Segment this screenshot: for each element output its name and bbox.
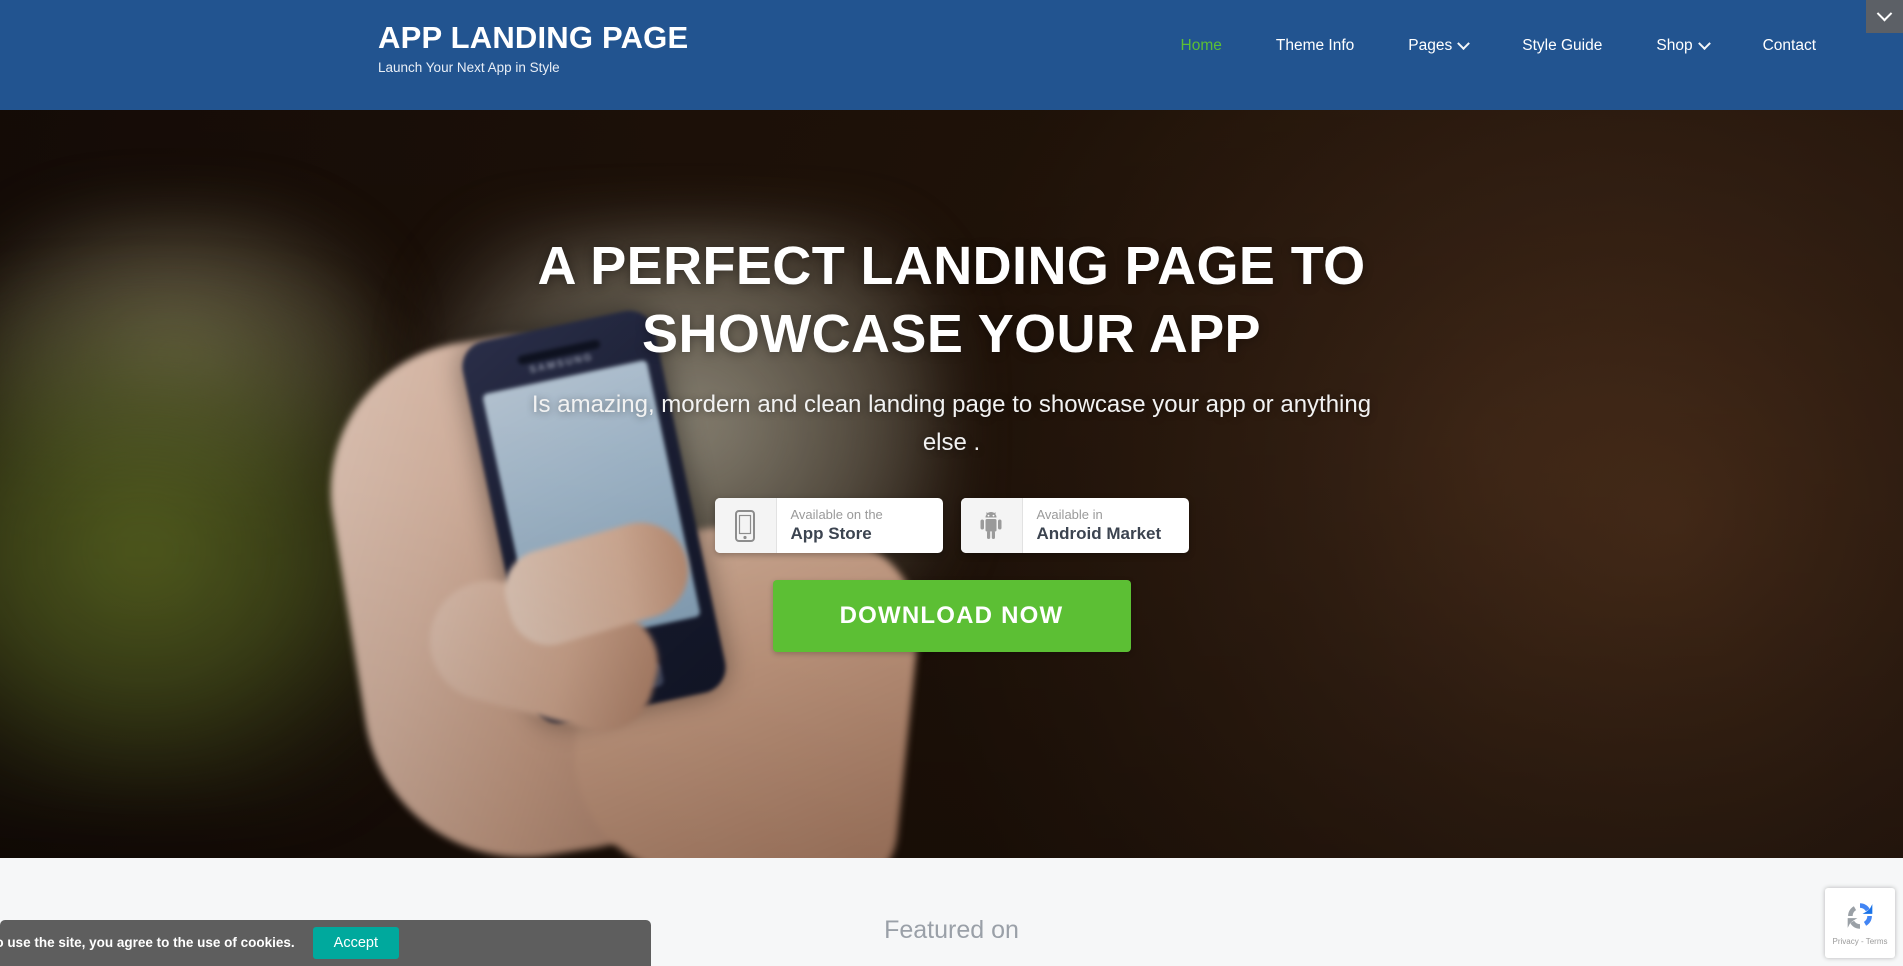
nav-item-style-guide[interactable]: Style Guide [1495,36,1629,56]
nav-item-pages[interactable]: Pages [1381,36,1495,56]
nav-label-style-guide: Style Guide [1522,37,1603,54]
nav-label-pages: Pages [1408,37,1453,54]
page-root: APP LANDING PAGE Launch Your Next App in… [0,0,1903,966]
app-store-badge-bottom: App Store [790,524,872,543]
android-robot-icon [960,498,1023,553]
collapse-panel-button[interactable] [1866,0,1903,33]
brand-title: APP LANDING PAGE [378,20,689,55]
android-market-badge-bottom: Android Market [1036,524,1162,543]
nav-item-contact[interactable]: Contact [1736,36,1843,56]
cookie-accept-button[interactable]: Accept [312,927,399,959]
store-badges: Available on the App Store Available in … [0,498,1903,553]
nav-item-shop[interactable]: Shop [1629,36,1735,56]
recaptcha-terms-label: Privacy - Terms [1832,937,1888,946]
android-market-badge[interactable]: Available in Android Market [960,498,1189,553]
nav-label-home: Home [1180,37,1222,54]
cookie-consent-message: By continuing to use the site, you agree… [0,935,295,950]
iphone-icon [714,498,777,553]
nav-item-home[interactable]: Home [1154,36,1249,56]
app-store-badge[interactable]: Available on the App Store [714,498,943,553]
nav-label-theme-info: Theme Info [1275,37,1355,54]
site-header: APP LANDING PAGE Launch Your Next App in… [0,0,1903,110]
app-store-badge-text: Available on the App Store [777,498,901,553]
brand-tagline: Launch Your Next App in Style [378,60,560,75]
brand[interactable]: APP LANDING PAGE Launch Your Next App in… [378,18,688,77]
recaptcha-logo-icon [1847,903,1873,929]
chevron-down-icon [1876,5,1893,22]
download-now-button[interactable]: DOWNLOAD NOW [772,580,1131,652]
hero-subtitle: Is amazing, mordern and clean landing pa… [531,391,1372,456]
app-store-badge-top: Available on the [790,507,883,522]
hero-title: A PERFECT LANDING PAGE TO SHOWCASE YOUR … [537,236,1366,364]
android-market-badge-text: Available in Android Market [1023,498,1180,553]
nav-label-contact: Contact [1762,37,1816,54]
recaptcha-badge[interactable]: Privacy - Terms [1825,888,1895,958]
cookie-consent-bar: By continuing to use the site, you agree… [0,920,651,966]
chevron-down-icon [1697,36,1711,50]
main-navigation: Home Theme Info Pages Style Guide Shop C… [1154,36,1843,56]
chevron-down-icon [1457,36,1471,50]
hero-content: A PERFECT LANDING PAGE TO SHOWCASE YOUR … [0,110,1903,652]
nav-label-shop: Shop [1656,37,1693,54]
android-market-badge-top: Available in [1036,507,1103,522]
hero-section: SAMSUNG A PERFECT LANDING PAGE TO SHOWCA… [0,110,1903,858]
nav-item-theme-info[interactable]: Theme Info [1249,36,1381,56]
